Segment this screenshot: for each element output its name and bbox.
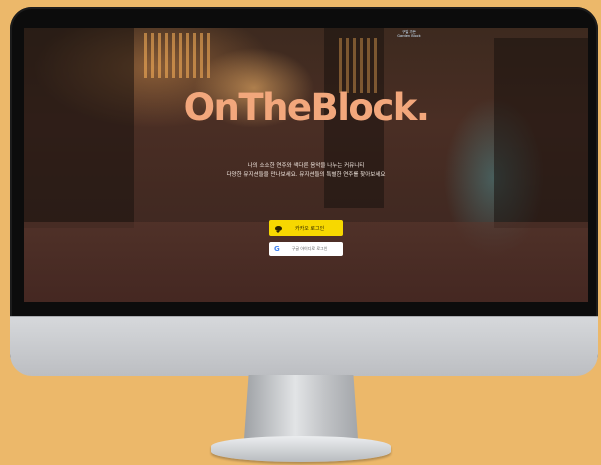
kakao-login-button[interactable]: 카카오 로그인	[269, 220, 343, 236]
kakao-login-label: 카카오 로그인	[295, 225, 325, 232]
background-windows	[339, 38, 379, 93]
login-screen: 구일 가든 Garden Block OnTheBlock. 나의 소소한 연주…	[24, 28, 588, 302]
google-login-button[interactable]: G 구글 아이디로 로그인	[269, 242, 343, 256]
brand-logo: OnTheBlock.	[183, 86, 430, 129]
monitor-chin	[10, 316, 598, 376]
monitor-stand-base	[211, 436, 391, 462]
tagline-line2: 다양한 뮤지션들을 만나보세요. 뮤지션들의 특별한 연주를 찾아보세요	[226, 172, 386, 178]
background-sign-line2: Garden Block	[397, 34, 421, 38]
background-building	[494, 38, 588, 228]
background-windows	[144, 33, 214, 78]
google-login-label: 구글 아이디로 로그인	[291, 246, 328, 251]
google-logo-icon: G	[274, 245, 280, 253]
monitor-stand-neck	[244, 375, 358, 439]
chat-bubble-icon	[275, 225, 282, 233]
tagline-line1: 나의 소소한 연주와 색다른 음악을 나누는 커뮤니티	[247, 163, 365, 169]
background-sign: 구일 가든 Garden Block	[389, 30, 429, 38]
